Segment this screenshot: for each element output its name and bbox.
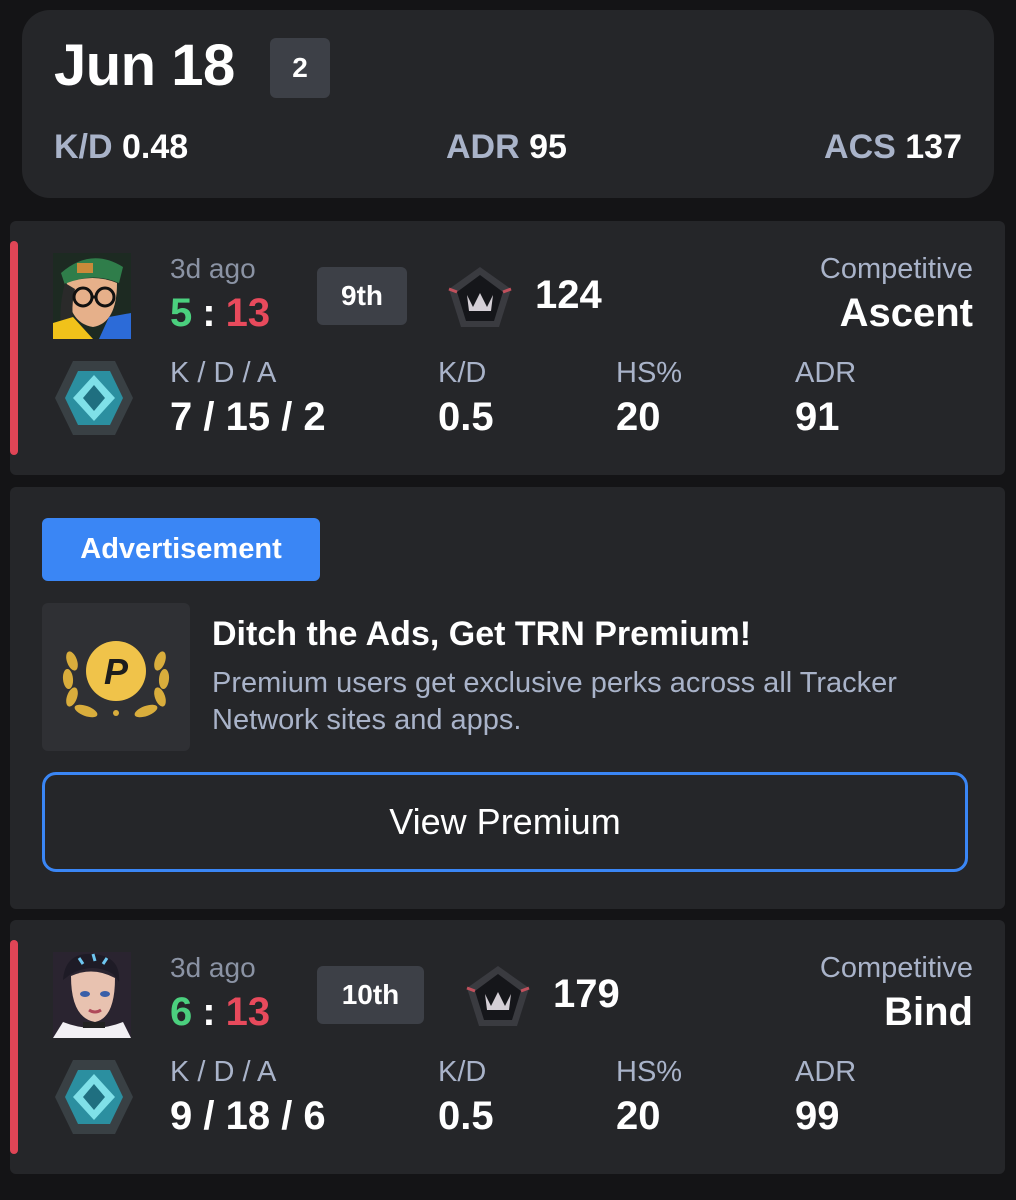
rounds-won: 6 (170, 990, 193, 1034)
summary-acs-label: ACS (824, 128, 896, 166)
ad-title: Ditch the Ads, Get TRN Premium! (212, 615, 752, 653)
hs-value: 20 (616, 1094, 661, 1138)
summary-kd-value: 0.48 (122, 128, 189, 166)
rank-emblem-icon (55, 1060, 133, 1134)
map-name: Ascent (839, 291, 973, 335)
summary-date: Jun 18 (54, 33, 235, 98)
score-separator: : (202, 291, 216, 335)
rounds-lost: 13 (225, 990, 271, 1034)
adr-value: 91 (795, 395, 840, 439)
advertisement-card: Advertisement P Ditch the Ads, Get TRN P… (10, 487, 1005, 909)
summary-adr: ADR 95 (446, 128, 567, 167)
match-score: 6:13 (170, 990, 270, 1035)
adr-value: 99 (795, 1094, 840, 1138)
kda-label: K / D / A (170, 357, 277, 389)
crown-pentagon-icon (466, 966, 530, 1026)
rank-rating: 179 (553, 972, 620, 1016)
rounds-won: 5 (170, 291, 193, 335)
view-premium-button[interactable]: View Premium (42, 772, 968, 872)
kd-value: 0.5 (438, 395, 494, 439)
kd-value: 0.5 (438, 1094, 494, 1138)
match-count-badge: 2 (270, 38, 330, 98)
summary-kd-label: K/D (54, 128, 113, 166)
premium-logo-tile: P (42, 603, 190, 751)
rank-emblem-icon (55, 361, 133, 435)
ad-description: Premium users get exclusive perks across… (212, 667, 897, 736)
kda-label: K / D / A (170, 1056, 277, 1088)
loss-indicator (10, 241, 18, 455)
adr-label: ADR (795, 1056, 857, 1088)
match-score: 5:13 (170, 291, 270, 336)
agent-portrait-icon (53, 253, 131, 339)
summary-acs-value: 137 (905, 128, 962, 166)
adr-label: ADR (795, 357, 857, 389)
advertisement-badge: Advertisement (42, 518, 320, 581)
match-time-ago: 3d ago (170, 253, 256, 284)
premium-laurel-icon: P (62, 641, 170, 718)
day-summary-card: Jun 18 2 K/D 0.48 ADR 95 ACS 137 (22, 10, 994, 198)
hs-value: 20 (616, 395, 661, 439)
rounds-lost: 13 (225, 291, 271, 335)
kda-value: 7 / 15 / 2 (170, 395, 326, 439)
loss-indicator (10, 940, 18, 1154)
summary-kd: K/D 0.48 (54, 128, 188, 167)
score-separator: : (202, 990, 216, 1034)
placement-badge: 9th (317, 267, 407, 325)
kd-label: K/D (438, 357, 487, 389)
hs-label: HS% (616, 357, 683, 389)
kd-label: K/D (438, 1056, 487, 1088)
kda-value: 9 / 18 / 6 (170, 1094, 326, 1138)
hs-label: HS% (616, 1056, 683, 1088)
match-time-ago: 3d ago (170, 952, 256, 983)
summary-acs: ACS 137 (824, 128, 962, 167)
summary-adr-label: ADR (446, 128, 520, 166)
rank-rating: 124 (535, 273, 602, 317)
match-card[interactable]: 3d ago 5:13 9th 124 Competitive Ascent K… (10, 221, 1005, 475)
premium-logo-letter: P (104, 651, 129, 692)
agent-portrait-icon (53, 952, 131, 1038)
game-mode: Competitive (819, 952, 973, 984)
placement-badge: 10th (317, 966, 424, 1024)
game-mode: Competitive (819, 253, 973, 285)
crown-pentagon-icon (448, 267, 512, 327)
match-card[interactable]: 3d ago 6:13 10th 179 Competitive Bind K … (10, 920, 1005, 1174)
map-name: Bind (884, 990, 973, 1034)
summary-adr-value: 95 (529, 128, 567, 166)
